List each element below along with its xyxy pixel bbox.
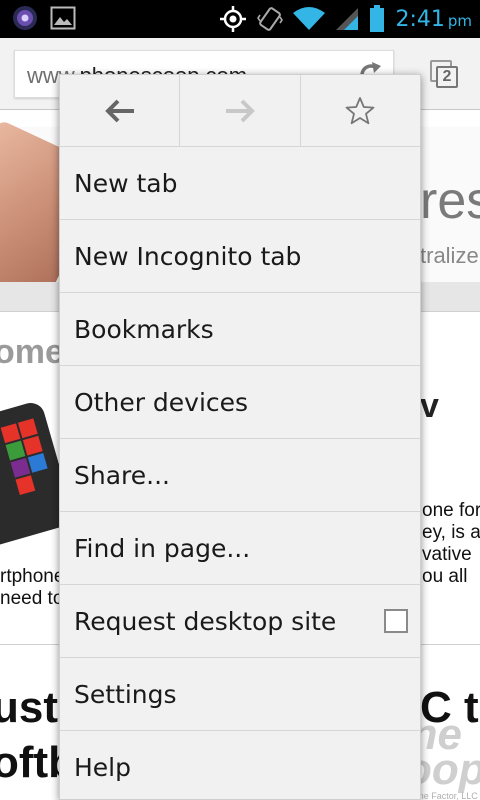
article-text-line: one for xyxy=(422,500,480,521)
menu-item-request-desktop-site[interactable]: Request desktop site xyxy=(60,585,420,658)
menu-item-label: Settings xyxy=(74,679,177,709)
overflow-menu: New tab New Incognito tab Bookmarks Othe… xyxy=(59,74,421,800)
menu-nav-row xyxy=(60,75,420,147)
menu-item-new-tab[interactable]: New tab xyxy=(60,147,420,220)
desktop-site-checkbox[interactable] xyxy=(384,609,408,633)
article-headline-fragment: v xyxy=(420,387,439,425)
section-heading: ome xyxy=(0,333,64,371)
tab-switcher-button[interactable]: 2 xyxy=(426,58,460,90)
vibrate-icon xyxy=(257,7,284,31)
menu-item-label: Bookmarks xyxy=(74,314,214,344)
article-text-line: ey, is a xyxy=(422,522,480,543)
forward-button[interactable] xyxy=(179,75,299,146)
wifi-icon xyxy=(293,7,326,30)
arrow-right-icon xyxy=(225,99,255,122)
hero-subtext: tralize xyxy=(420,243,479,268)
article-text-line: vative xyxy=(422,544,472,565)
menu-item-label: Find in page... xyxy=(74,533,251,563)
star-icon xyxy=(345,96,375,124)
bookmark-star-button[interactable] xyxy=(299,75,420,146)
arrow-left-icon xyxy=(104,99,134,122)
back-button[interactable] xyxy=(60,75,179,146)
signal-icon xyxy=(336,8,359,30)
menu-item-help[interactable]: Help xyxy=(60,731,420,800)
menu-item-find-in-page[interactable]: Find in page... xyxy=(60,512,420,585)
app-notification-icon xyxy=(13,6,37,30)
menu-item-new-incognito-tab[interactable]: New Incognito tab xyxy=(60,220,420,293)
menu-item-label: Request desktop site xyxy=(74,606,337,636)
menu-item-label: New tab xyxy=(74,168,178,198)
hero-text: res xyxy=(420,172,480,230)
clock: 2:41 pm xyxy=(395,6,472,32)
menu-item-share[interactable]: Share... xyxy=(60,439,420,512)
menu-item-other-devices[interactable]: Other devices xyxy=(60,366,420,439)
article-caption-line: rtphone xyxy=(0,566,65,587)
article-text-line: ou all xyxy=(422,566,468,587)
menu-item-label: New Incognito tab xyxy=(74,241,302,271)
menu-item-label: Other devices xyxy=(74,387,249,417)
menu-item-settings[interactable]: Settings xyxy=(60,658,420,731)
status-bar: 2:41 pm xyxy=(0,0,480,38)
menu-item-bookmarks[interactable]: Bookmarks xyxy=(60,293,420,366)
menu-item-label: Share... xyxy=(74,460,170,490)
tab-count: 2 xyxy=(436,66,458,88)
menu-item-label: Help xyxy=(74,753,131,782)
article-caption-line: need to xyxy=(0,588,64,609)
image-notification-icon xyxy=(50,6,76,30)
gps-icon xyxy=(220,6,247,32)
battery-icon xyxy=(370,5,385,32)
